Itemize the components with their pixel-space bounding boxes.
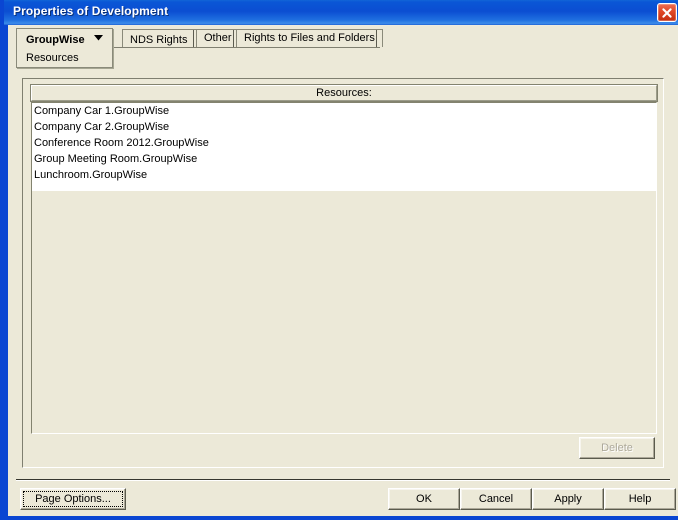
tab-rights-label: Rights to Files and Folders — [244, 32, 375, 44]
tab-groupwise-sublabel: Resources — [26, 52, 79, 64]
tab-groupwise-label: GroupWise — [26, 34, 85, 46]
page-options-label: Page Options... — [35, 493, 111, 505]
resources-listbox[interactable]: Company Car 1.GroupWise Company Car 2.Gr… — [31, 102, 657, 434]
ok-button[interactable]: OK — [388, 488, 460, 510]
tab-separator — [376, 30, 377, 47]
list-item[interactable]: Lunchroom.GroupWise — [32, 167, 656, 183]
properties-dialog-window: Properties of Development GroupWise Reso… — [0, 0, 678, 520]
help-button[interactable]: Help — [604, 488, 676, 510]
delete-button[interactable]: Delete — [579, 437, 655, 459]
window-title: Properties of Development — [13, 4, 169, 18]
resources-column-header[interactable]: Resources: — [30, 84, 658, 102]
listbox-empty-region — [32, 191, 656, 433]
tab-rights-to-files-and-folders[interactable]: Rights to Files and Folders — [236, 29, 383, 47]
tab-separator — [193, 30, 194, 47]
cancel-button[interactable]: Cancel — [460, 488, 532, 510]
list-item[interactable]: Company Car 2.GroupWise — [32, 119, 656, 135]
page-options-button[interactable]: Page Options... — [20, 488, 126, 510]
content-panel: Resources: Company Car 1.GroupWise Compa… — [22, 78, 664, 468]
tab-groupwise[interactable]: GroupWise Resources — [16, 28, 113, 68]
close-icon[interactable] — [657, 3, 677, 22]
tab-nds-rights-label: NDS Rights — [130, 34, 188, 46]
dialog-client-area: GroupWise Resources NDS Rights Other Rig… — [8, 25, 678, 516]
list-item[interactable]: Conference Room 2012.GroupWise — [32, 135, 656, 151]
tab-other-label: Other — [204, 32, 232, 44]
tab-strip: GroupWise Resources NDS Rights Other Rig… — [8, 26, 678, 68]
list-item[interactable]: Company Car 1.GroupWise — [32, 103, 656, 119]
list-item[interactable]: Group Meeting Room.GroupWise — [32, 151, 656, 167]
bottom-separator-highlight — [16, 480, 670, 481]
chevron-down-icon — [93, 29, 103, 48]
tab-separator — [233, 30, 234, 47]
apply-button[interactable]: Apply — [532, 488, 604, 510]
title-bar: Properties of Development — [4, 0, 678, 25]
